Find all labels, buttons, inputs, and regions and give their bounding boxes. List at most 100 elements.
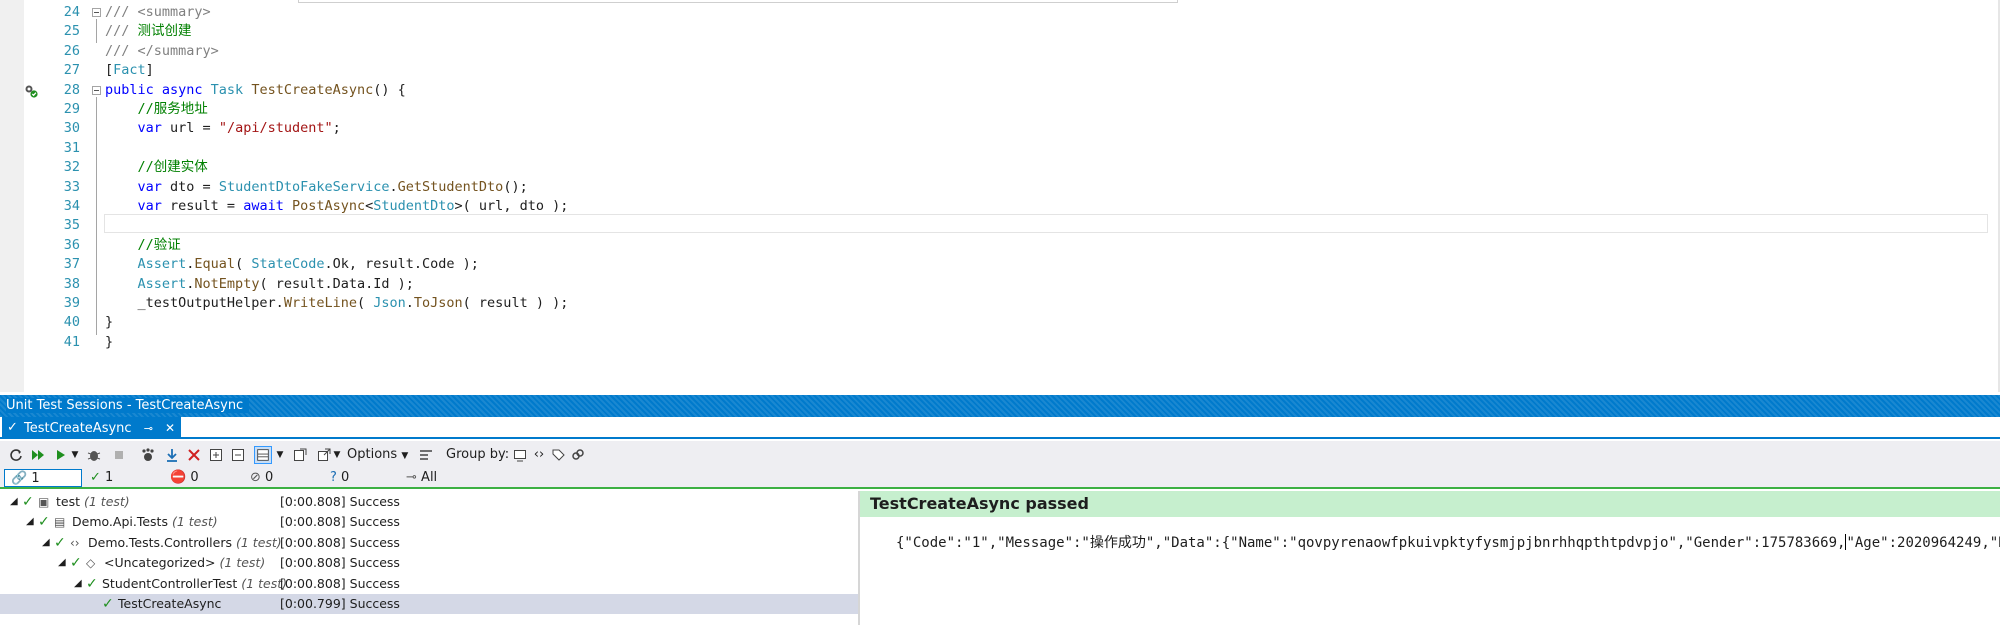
expand-toggle-icon[interactable]: ◢: [10, 492, 18, 512]
filter-total[interactable]: 🔗 1: [4, 469, 82, 487]
status-filter-bar: 🔗 1 ✓ 1 ⛔ 0 ⊘ 0 ? 0 ⊸ All: [0, 469, 2000, 489]
group-by-category-icon[interactable]: [550, 446, 566, 464]
code-line[interactable]: 39 _testOutputHelper.WriteLine( Json.ToJ…: [0, 294, 2000, 313]
test-count: (1 test): [84, 494, 130, 509]
code-text: _testOutputHelper.WriteLine( Json.ToJson…: [105, 294, 569, 313]
fold-toggle-icon[interactable]: [92, 8, 101, 17]
expand-toggle-icon[interactable]: ◢: [58, 553, 66, 573]
open-session-dropdown-icon[interactable]: ▼: [332, 446, 342, 464]
test-output[interactable]: {"Code":"1","Message":"操作成功","Data":{"Na…: [896, 532, 2000, 552]
expand-toggle-icon[interactable]: ◢: [42, 533, 50, 553]
test-tree-row[interactable]: ✓ TestCreateAsync [0:00.799] Success: [0, 594, 858, 614]
failed-icon: ⛔: [170, 470, 187, 485]
code-token: GetStudentDto: [397, 178, 504, 195]
test-result-status: [0:00.808] Success: [280, 494, 400, 509]
debug-icon[interactable]: [86, 446, 102, 464]
expand-toggle-icon[interactable]: ◢: [74, 574, 82, 594]
remove-icon[interactable]: [186, 446, 202, 464]
filter-passed[interactable]: ✓ 1: [90, 469, 150, 487]
code-line[interactable]: 29 //服务地址: [0, 100, 2000, 119]
options-label: Options: [347, 447, 398, 462]
test-tree-row[interactable]: ◢ ✓ ◇ <Uncategorized> (1 test) [0:00.808] Su…: [0, 553, 858, 573]
code-token: var: [105, 120, 171, 137]
code-token: _testOutputHelper.: [105, 295, 284, 311]
code-token: NotEmpty: [194, 275, 260, 292]
test-tree-row[interactable]: ◢ ✓ StudentControllerTest (1 test) [0:00.80…: [0, 574, 858, 594]
pin-icon[interactable]: ⊸: [144, 422, 153, 435]
test-tree[interactable]: ◢ ✓ ▣ test (1 test) [0:00.808] Success ◢ ✓ ▤ Dem…: [0, 491, 858, 625]
code-token: /// </summary>: [105, 42, 219, 59]
code-line[interactable]: 30 var url = "/api/student";: [0, 119, 2000, 138]
group-by-link-icon[interactable]: [570, 446, 586, 464]
track-running-icon[interactable]: [140, 446, 156, 464]
code-line[interactable]: 25 /// 测试创建: [0, 22, 2000, 41]
tool-window-title-bar[interactable]: Unit Test Sessions - TestCreateAsync: [0, 395, 2000, 417]
test-tree-row[interactable]: ◢ ✓ ▤ Demo.Api.Tests (1 test) [0:00.808] Suc…: [0, 512, 858, 532]
test-tree-row[interactable]: ◢ ✓ ▣ test (1 test) [0:00.808] Success: [0, 492, 858, 512]
test-node-label: Demo.Api.Tests (1 test): [72, 512, 218, 532]
filter-total-count: 1: [31, 471, 40, 486]
test-result-status: [0:00.808] Success: [280, 514, 400, 530]
code-token: PostAsync: [291, 198, 366, 214]
import-icon[interactable]: [164, 446, 180, 464]
code-line[interactable]: 36 //验证: [0, 236, 2000, 255]
code-editor[interactable]: 24 /// <summary> 25 /// 测试创建 26 /// </summary…: [0, 0, 2000, 392]
fold-toggle-icon[interactable]: [92, 85, 101, 95]
filter-failed[interactable]: ⛔ 0: [170, 469, 230, 487]
code-line[interactable]: 28 public async Task TestCreateAsync() {: [0, 81, 2000, 100]
code-line[interactable]: 34 var result = await PostAsync<StudentD…: [0, 197, 2000, 216]
run-icon[interactable]: [54, 446, 68, 464]
code-line[interactable]: 24 /// <summary>: [0, 3, 2000, 22]
unknown-icon: ?: [330, 470, 337, 485]
line-number: 26: [63, 42, 80, 59]
layout-dropdown-icon[interactable]: ▼: [275, 446, 285, 464]
code-line[interactable]: 37 Assert.Equal( StateCode.Ok, result.Co…: [0, 255, 2000, 274]
namespace-icon: ‹›: [70, 535, 80, 550]
group-by-project-icon[interactable]: [512, 446, 528, 464]
code-line[interactable]: 26 /// </summary>: [0, 42, 2000, 61]
code-text: var result = await PostAsync<StudentDto>…: [105, 197, 569, 216]
run-test-icon[interactable]: [24, 84, 38, 98]
line-number: 27: [63, 62, 80, 79]
filter-unknown[interactable]: ? 0: [330, 469, 390, 487]
code-line[interactable]: 33 var dto = StudentDtoFakeService.GetSt…: [0, 178, 2000, 197]
code-text: //创建实体: [105, 158, 208, 177]
layout-icon[interactable]: [254, 446, 272, 464]
line-number: 24: [63, 4, 80, 20]
stop-icon[interactable]: [112, 446, 126, 464]
line-number: 36: [63, 236, 80, 253]
filter-ignored[interactable]: ⊘ 0: [250, 469, 310, 487]
tab-testcreateasync[interactable]: ✓ TestCreateAsync ⊸ ✕: [2, 417, 182, 439]
all-icon: ⊸: [406, 470, 417, 485]
code-line[interactable]: 40}: [0, 313, 2000, 332]
open-session-icon[interactable]: [316, 446, 332, 464]
link-icon: 🔗: [11, 471, 28, 486]
line-number: 38: [63, 275, 80, 292]
code-text: Assert.Equal( StateCode.Ok, result.Code …: [105, 255, 479, 274]
line-number: 39: [63, 295, 80, 311]
refresh-icon[interactable]: [8, 446, 24, 464]
export-icon[interactable]: [292, 446, 308, 464]
expand-all-icon[interactable]: [208, 446, 224, 464]
code-line[interactable]: 35: [0, 216, 2000, 235]
code-line[interactable]: 27 [Fact]: [0, 61, 2000, 80]
run-dropdown-icon[interactable]: ▼: [70, 446, 80, 464]
group-by-namespace-icon[interactable]: ‹›: [532, 446, 546, 464]
unit-test-sessions-window: Unit Test Sessions - TestCreateAsync ✓ T…: [0, 392, 2000, 625]
collapse-all-icon[interactable]: [230, 446, 246, 464]
close-tab-icon[interactable]: ✕: [165, 421, 175, 435]
code-line[interactable]: 31: [0, 139, 2000, 158]
options-menu[interactable]: Options ▼: [347, 446, 408, 464]
code-token: url =: [170, 120, 219, 137]
code-line[interactable]: 32 //创建实体: [0, 158, 2000, 177]
run-all-icon[interactable]: [30, 446, 46, 464]
code-token: }: [105, 314, 114, 331]
test-tree-row[interactable]: ◢ ✓ ‹› Demo.Tests.Controllers (1 test) [0:00…: [0, 533, 858, 553]
code-line[interactable]: 38 Assert.NotEmpty( result.Data.Id );: [0, 275, 2000, 294]
code-line[interactable]: 41}: [0, 333, 2000, 352]
test-node-name: <Uncategorized>: [104, 555, 216, 571]
test-node-label: TestCreateAsync: [118, 594, 221, 614]
filter-all[interactable]: ⊸ All: [406, 469, 476, 487]
expand-toggle-icon[interactable]: ◢: [26, 512, 34, 532]
group-toggle-icon[interactable]: [418, 446, 434, 464]
